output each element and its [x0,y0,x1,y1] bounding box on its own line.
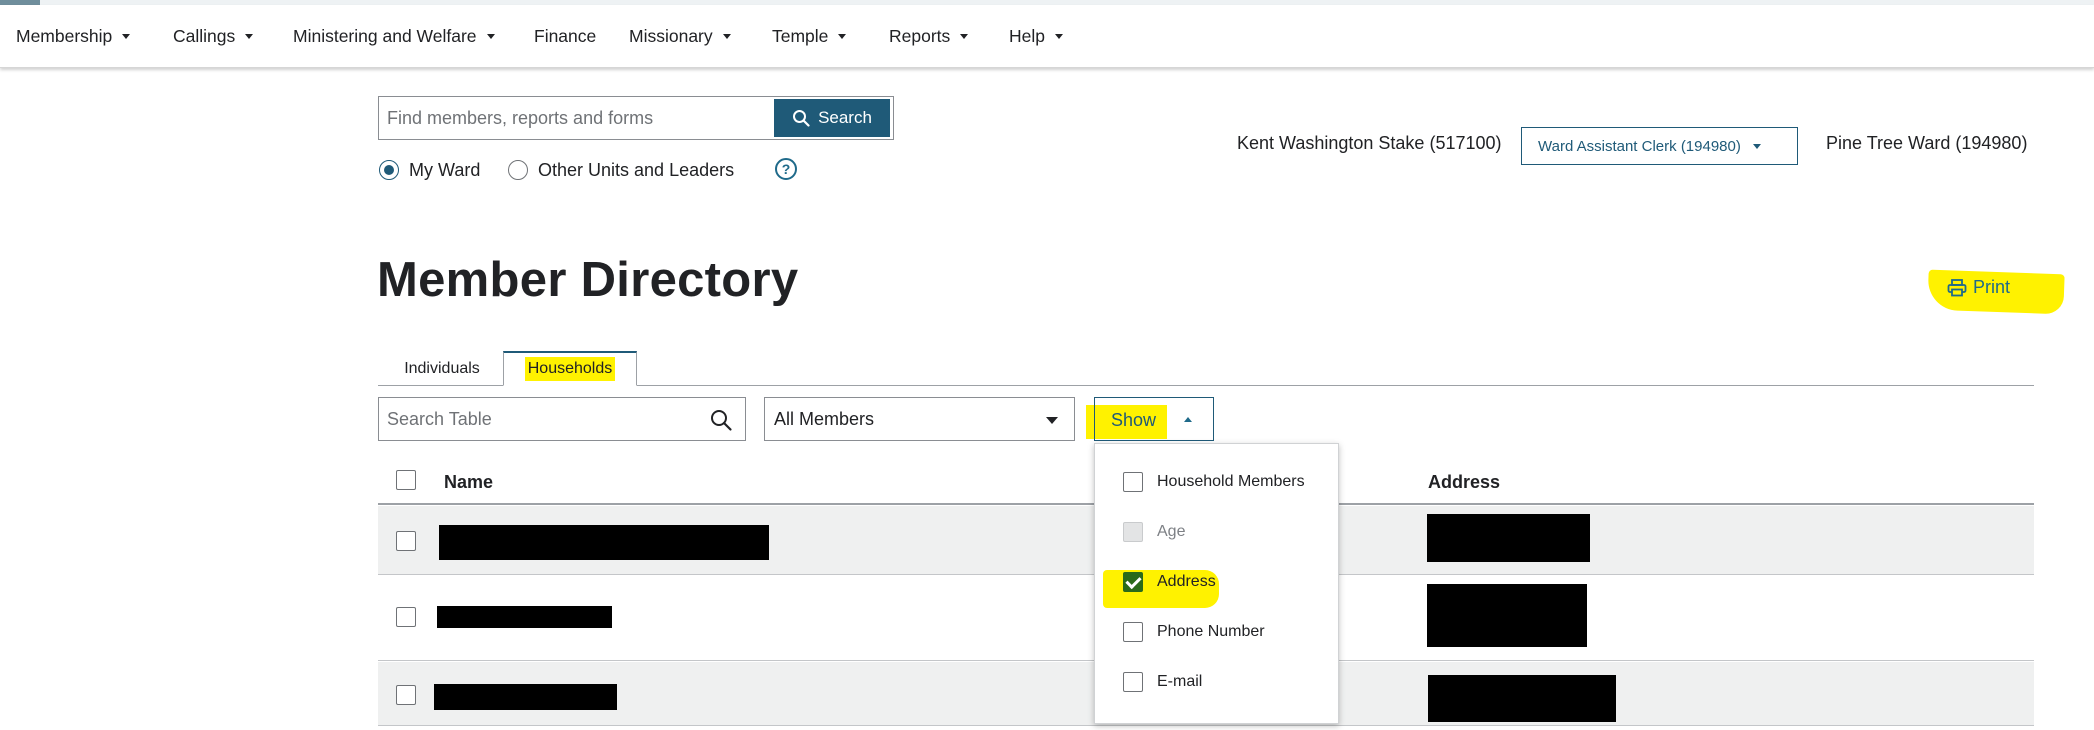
chevron-down-icon [722,34,731,39]
page-title: Member Directory [377,253,799,307]
role-dropdown-label: Ward Assistant Clerk (194980) [1538,137,1741,155]
nav-missionary-label: Missionary [629,26,713,46]
redacted-address [1427,514,1590,562]
help-icon[interactable]: ? [775,158,797,180]
printer-icon [1947,278,1967,296]
ward-name: Pine Tree Ward (194980) [1826,133,2028,153]
chevron-down-icon [960,34,969,39]
option-label: Address [1157,573,1216,590]
option-checkbox[interactable] [1123,472,1143,492]
tab-individuals[interactable]: Individuals [386,351,498,386]
row-checkbox[interactable] [396,607,416,627]
nav-membership-label: Membership [16,26,113,46]
nav-callings-label: Callings [173,26,236,46]
nav-help[interactable]: Help [1009,5,1063,67]
option-checkbox[interactable] [1123,672,1143,692]
option-label: Household Members [1157,473,1305,490]
nav-callings[interactable]: Callings [173,5,254,67]
global-search: Search [378,96,894,140]
option-address[interactable]: Address [1123,570,1216,594]
chevron-up-icon [1184,417,1192,422]
nav-help-label: Help [1009,26,1045,46]
main-nav: Membership Callings Ministering and Welf… [0,5,2094,68]
redacted-address [1427,584,1587,647]
tab-households-label: Households [524,357,616,381]
option-checkbox-disabled [1123,522,1143,542]
option-label: E-mail [1157,673,1203,690]
global-search-input[interactable] [379,97,773,139]
redacted-name [437,606,612,628]
search-button[interactable]: Search [774,99,890,137]
option-household-members[interactable]: Household Members [1123,470,1305,494]
select-all-checkbox[interactable] [396,470,416,490]
nav-temple-label: Temple [772,26,829,46]
chevron-down-icon [1752,143,1761,149]
chevron-down-icon [1046,417,1058,424]
nav-missionary[interactable]: Missionary [629,5,731,67]
show-columns-button[interactable]: Show [1094,397,1214,441]
row-checkbox[interactable] [396,531,416,551]
table-search [378,397,746,441]
print-label: Print [1973,277,2011,297]
chevron-down-icon [122,34,131,39]
option-checkbox[interactable] [1123,622,1143,642]
checkmark-icon[interactable] [1123,572,1143,592]
show-columns-menu: Household Members Age Address Phone Numb… [1094,443,1339,724]
option-label: Phone Number [1157,623,1265,640]
members-filter-value: All Members [774,408,875,429]
redacted-name [434,684,617,710]
row-checkbox[interactable] [396,685,416,705]
scope-my-ward[interactable]: My Ward [379,157,480,183]
column-header-address[interactable]: Address [1428,472,1500,493]
tab-individuals-label: Individuals [404,359,480,377]
chevron-down-icon [486,34,495,39]
tab-households[interactable]: Households [503,351,637,386]
scope-my-ward-label: My Ward [409,159,481,180]
scope-other-units-label: Other Units and Leaders [538,159,735,180]
option-age: Age [1123,520,1185,544]
radio-other-units[interactable] [508,160,528,180]
column-header-name[interactable]: Name [444,472,493,493]
search-icon [793,110,810,127]
members-filter-select[interactable]: All Members [764,397,1075,441]
redacted-address [1428,675,1616,722]
nav-ministering-label: Ministering and Welfare [293,26,477,46]
radio-my-ward[interactable] [379,160,399,180]
nav-reports-label: Reports [889,26,951,46]
print-button[interactable]: Print [1947,277,2010,298]
option-label: Age [1157,523,1186,540]
search-icon[interactable] [709,408,733,432]
nav-finance-label: Finance [534,26,597,46]
nav-reports[interactable]: Reports [889,5,969,67]
show-columns-label: Show [1111,410,1157,430]
nav-temple[interactable]: Temple [772,5,847,67]
table-search-input[interactable] [379,398,699,440]
chevron-down-icon [245,34,254,39]
redacted-name [439,525,769,560]
stake-name: Kent Washington Stake (517100) [1237,133,1502,153]
option-phone-number[interactable]: Phone Number [1123,620,1265,644]
nav-finance[interactable]: Finance [534,5,596,67]
role-dropdown[interactable]: Ward Assistant Clerk (194980) [1521,127,1798,165]
search-button-label: Search [818,108,872,127]
scope-other-units[interactable]: Other Units and Leaders [508,157,734,183]
chevron-down-icon [1055,34,1063,39]
nav-ministering-welfare[interactable]: Ministering and Welfare [293,5,495,67]
chevron-down-icon [838,34,847,39]
option-email[interactable]: E-mail [1123,670,1202,694]
nav-membership[interactable]: Membership [16,5,131,67]
